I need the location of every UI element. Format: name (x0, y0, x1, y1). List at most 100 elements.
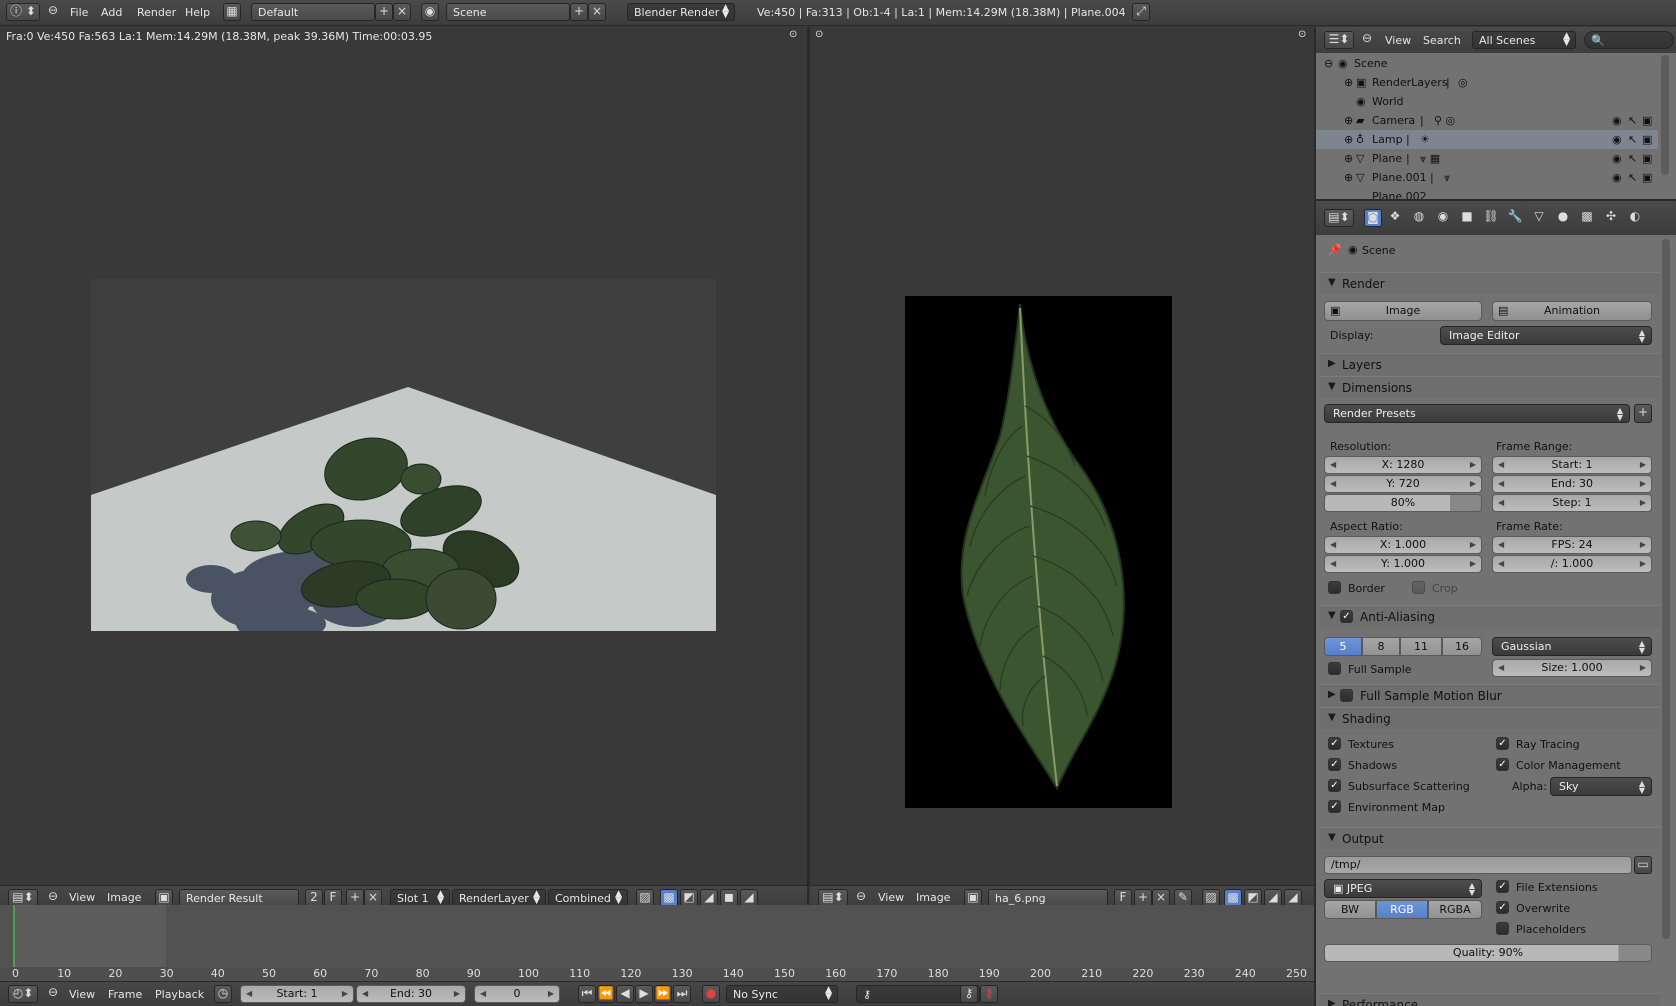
layers-panel-header[interactable]: ▶ Layers (1320, 353, 1660, 375)
data-tab-icon[interactable]: ▽ (1530, 209, 1548, 227)
frame-start-field[interactable]: ◀ Start: 1 ▶ (1492, 456, 1652, 474)
aa-samples-5[interactable]: 5 (1324, 637, 1362, 656)
resolution-y-field[interactable]: ◀ Y: 720 ▶ (1324, 475, 1482, 493)
output-panel-header[interactable]: ▼ Output (1320, 827, 1660, 849)
render-camera-icon[interactable]: ▣ (1642, 114, 1652, 127)
menu-render[interactable]: Render (137, 6, 176, 19)
quality-slider[interactable]: Quality: 90% (1324, 944, 1652, 962)
aspect-x-field[interactable]: ◀ X: 1.000 ▶ (1324, 536, 1482, 554)
visibility-eye-icon[interactable]: ◉ (1612, 171, 1622, 184)
ray-tracing-checkbox[interactable]: ✓ (1496, 737, 1509, 750)
preview-range-icon[interactable]: ◷ (214, 985, 232, 1003)
menu-playback[interactable]: Playback (155, 988, 204, 1001)
color-management-checkbox[interactable]: ✓ (1496, 758, 1509, 771)
menu-file[interactable]: File (70, 6, 88, 19)
outliner-row-renderlayers[interactable]: ⊕ ▣ RenderLayers | ◎ (1316, 73, 1658, 92)
select-arrow-icon[interactable]: ↖ (1628, 133, 1637, 146)
play-reverse-icon[interactable]: ◀ (616, 985, 634, 1003)
aa-filter-dropdown[interactable]: Gaussian ▲ ▼ (1492, 637, 1652, 656)
menu-image[interactable]: Image (916, 891, 950, 904)
outliner-row-plane-001[interactable]: ⊕ ▽ Plane.001 | ⩔ ◉ ↖ ▣ (1316, 168, 1658, 187)
render-camera-icon[interactable]: ▣ (1642, 152, 1652, 165)
timeline-start-field[interactable]: ◀ Start: 1 ▶ (240, 985, 354, 1003)
area-corner-icon-right[interactable]: ⊙ (1298, 29, 1306, 40)
render-layers-tab-icon[interactable]: ❖ (1386, 209, 1404, 227)
shading-panel-header[interactable]: ▼ Shading (1320, 707, 1660, 729)
texture-tab-icon[interactable]: ▩ (1578, 209, 1596, 227)
select-arrow-icon[interactable]: ↖ (1628, 171, 1637, 184)
pin-icon[interactable]: 📌 (1328, 243, 1342, 256)
menu-view[interactable]: View (69, 988, 95, 1001)
anti-aliasing-panel-header[interactable]: ▼ ✓ Anti-Aliasing (1320, 605, 1660, 627)
render-result-viewer[interactable]: Fra:0 Ve:450 Fa:563 La:1 Mem:14.29M (18.… (0, 27, 807, 909)
image-editor-viewer[interactable]: ⊙ ⊙ ▤⬍ ⊖ View Image ▣ ha_6.png F + × ✎ ▨… (809, 27, 1315, 909)
particles-tab-icon[interactable]: ✣ (1602, 209, 1620, 227)
resolution-percentage-slider[interactable]: 80% (1324, 494, 1482, 512)
file-browser-icon[interactable]: ▭ (1634, 856, 1652, 874)
textures-checkbox[interactable]: ✓ (1328, 737, 1341, 750)
render-image-button[interactable]: ▣ Image (1324, 301, 1482, 321)
full-sample-checkbox[interactable] (1328, 662, 1341, 675)
record-icon[interactable]: ● (702, 985, 720, 1003)
alpha-mode-dropdown[interactable]: Sky ▲ ▼ (1550, 777, 1652, 796)
aspect-y-field[interactable]: ◀ Y: 1.000 ▶ (1324, 555, 1482, 573)
resolution-x-field[interactable]: ◀ X: 1280 ▶ (1324, 456, 1482, 474)
color-mode-rgb[interactable]: RGB (1376, 900, 1428, 919)
outliner-row-plane[interactable]: ⊕ ▽ Plane | ⩔ ▦ ◉ ↖ ▣ (1316, 149, 1658, 168)
menu-view[interactable]: View (878, 891, 904, 904)
outliner-row-lamp[interactable]: ⊕ ♁ Lamp | ☀ ◉ ↖ ▣ (1316, 130, 1658, 149)
select-arrow-icon[interactable]: ↖ (1628, 152, 1637, 165)
render-animation-button[interactable]: ▤ Animation (1492, 301, 1652, 321)
outliner-row-world[interactable]: ◉ World (1316, 92, 1658, 111)
current-frame-cursor[interactable] (13, 905, 15, 967)
fullscreen-icon[interactable]: ⤢ (1132, 3, 1150, 21)
area-divider-right[interactable] (1314, 27, 1316, 1006)
env-map-checkbox[interactable]: ✓ (1328, 800, 1341, 813)
screen-layout-dropdown[interactable]: Default (251, 3, 375, 21)
timeline-end-field[interactable]: ◀ End: 30 ▶ (356, 985, 466, 1003)
shadows-checkbox[interactable]: ✓ (1328, 758, 1341, 771)
display-dropdown[interactable]: Image Editor ▲ ▼ (1440, 326, 1652, 345)
outliner-row-scene[interactable]: ⊖ ◉ Scene (1316, 54, 1658, 73)
performance-panel-header[interactable]: ▶ Performance (1320, 993, 1660, 1006)
jump-end-icon[interactable]: ⏭ (673, 985, 691, 1003)
visibility-eye-icon[interactable]: ◉ (1612, 152, 1622, 165)
frame-step-field[interactable]: ◀ Step: 1 ▶ (1492, 494, 1652, 512)
outliner-scrollbar[interactable] (1661, 55, 1669, 175)
menu-view[interactable]: View (1385, 34, 1411, 47)
motion-blur-panel-header[interactable]: ▶ Full Sample Motion Blur (1320, 684, 1660, 706)
delete-scene-button[interactable]: × (588, 3, 606, 21)
material-tab-icon[interactable]: ● (1554, 209, 1572, 227)
aa-samples-11[interactable]: 11 (1400, 637, 1442, 656)
editor-type-button[interactable]: ▤⬍ (1324, 209, 1354, 227)
area-divider-horizontal[interactable] (1316, 199, 1676, 201)
frame-end-field[interactable]: ◀ End: 30 ▶ (1492, 475, 1652, 493)
collapse-icon[interactable]: ⊖ (1358, 31, 1376, 49)
physics-tab-icon[interactable]: ◐ (1626, 209, 1644, 227)
editor-type-button[interactable]: ◴⬍ (8, 985, 38, 1003)
search-input[interactable]: 🔍 (1584, 31, 1674, 49)
menu-add[interactable]: Add (101, 6, 122, 19)
area-divider-vertical[interactable] (807, 27, 809, 905)
sync-mode-dropdown[interactable]: No Sync ▲ ▼ (726, 985, 838, 1003)
aa-samples-16[interactable]: 16 (1442, 637, 1482, 656)
timeline-track[interactable] (0, 905, 1316, 967)
render-tab-icon[interactable]: ◙ (1364, 209, 1382, 227)
menu-help[interactable]: Help (185, 6, 210, 19)
overwrite-checkbox[interactable]: ✓ (1496, 901, 1509, 914)
visibility-eye-icon[interactable]: ◉ (1612, 133, 1622, 146)
add-layout-button[interactable]: + (375, 3, 393, 21)
menu-search[interactable]: Search (1423, 34, 1461, 47)
menu-frame[interactable]: Frame (108, 988, 142, 1001)
add-scene-button[interactable]: + (570, 3, 588, 21)
jump-start-icon[interactable]: ⏮ (578, 985, 596, 1003)
outliner-row-camera[interactable]: ⊕ ▰ Camera | ⚲ ◎ ◉ ↖ ▣ (1316, 111, 1658, 130)
render-camera-icon[interactable]: ▣ (1642, 133, 1652, 146)
fps-base-field[interactable]: ◀/: 1.000 ▶ (1492, 555, 1652, 573)
crop-checkbox[interactable] (1412, 581, 1425, 594)
menu-view[interactable]: View (69, 891, 95, 904)
current-frame-field[interactable]: ◀ 0 ▶ (474, 985, 560, 1003)
sss-checkbox[interactable]: ✓ (1328, 779, 1341, 792)
object-tab-icon[interactable]: ■ (1458, 209, 1476, 227)
timeline[interactable]: 0 10 20 30 40 50 60 70 80 90 100 110 120 130 140 150 160… (0, 905, 1316, 1006)
